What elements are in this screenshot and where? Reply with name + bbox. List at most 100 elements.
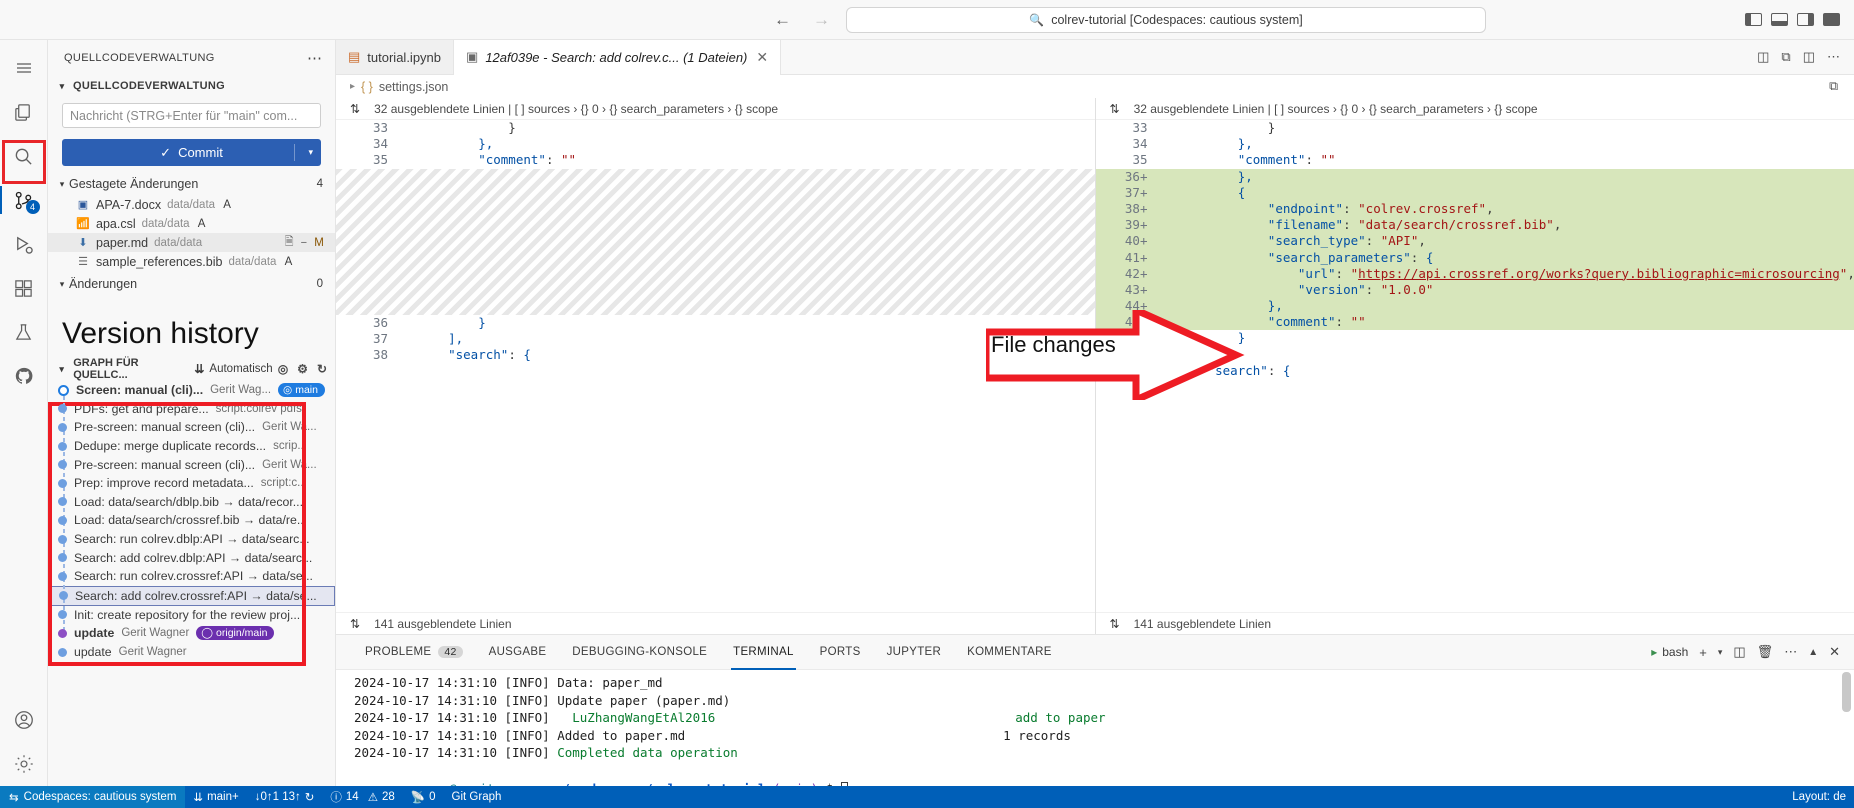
list-item-apa-csl[interactable]: 📶 apa.csl data/data A (48, 214, 335, 233)
forward-arrow-icon[interactable]: → (807, 9, 836, 30)
terminal-shell-selector[interactable]: ▸ bash (1651, 645, 1688, 659)
tab-ports[interactable]: PORTS (807, 635, 874, 670)
tab-probleme[interactable]: PROBLEME 42 (352, 635, 476, 670)
branch-icon: ⇊ (193, 792, 204, 804)
list-item-commit[interactable]: Prep: improve record metadata... script:… (48, 474, 335, 493)
tab-terminal[interactable]: TERMINAL (720, 635, 807, 670)
list-item-commit[interactable]: Screen: manual (cli)... Gerit Wag... ◎ ma… (48, 381, 335, 400)
status-branch[interactable]: ⇊ main+ (185, 786, 246, 808)
sidebar-more-actions-icon[interactable]: ⋯ (307, 49, 323, 67)
open-file-icon[interactable]: ⧉ (1829, 79, 1854, 94)
fold-icon[interactable]: ⇅ (1110, 617, 1120, 631)
split-terminal-icon[interactable]: ◫ (1733, 644, 1745, 660)
branch-badge-main[interactable]: ◎ main (278, 383, 325, 398)
list-item-commit[interactable]: Pre-screen: manual screen (cli)... Gerit… (48, 455, 335, 474)
github-icon[interactable] (0, 354, 48, 398)
target-icon[interactable]: ◎ (278, 362, 288, 376)
diff-hidden-lines-footer-left[interactable]: ⇅ 141 ausgeblendete Linien (336, 612, 1095, 634)
list-item-apa7-docx[interactable]: ▣ APA-7.docx data/data A (48, 195, 335, 214)
toggle-secondary-sidebar-icon[interactable] (1797, 13, 1814, 26)
toggle-primary-sidebar-icon[interactable] (1745, 13, 1762, 26)
list-item-commit[interactable]: Load: data/search/dblp.bib → data/recor.… (48, 493, 335, 512)
run-debug-icon[interactable] (0, 222, 48, 266)
tab-kommentare[interactable]: KOMMENTARE (954, 635, 1065, 670)
new-terminal-icon[interactable]: + (1699, 645, 1707, 660)
list-item-sample-references-bib[interactable]: ☰ sample_references.bib data/data A (48, 252, 335, 271)
unstage-changes-icon[interactable]: − (301, 237, 307, 249)
tab-tutorial-ipynb[interactable]: ▤ tutorial.ipynb (336, 40, 455, 74)
list-item-commit[interactable]: Dedupe: merge duplicate records... scrip… (48, 437, 335, 456)
list-item-commit[interactable]: Search: add colrev.dblp:API → data/searc… (48, 548, 335, 567)
open-changes-icon[interactable]: 🗎 (285, 233, 294, 252)
back-arrow-icon[interactable]: ← (768, 9, 797, 30)
fold-icon[interactable]: ⇅ (350, 102, 360, 116)
code-line: 34 }, (1132, 136, 1253, 152)
fold-icon[interactable]: ⇅ (1110, 102, 1120, 116)
chevron-down-icon[interactable]: ▾ (308, 147, 313, 158)
branch-badge-origin[interactable]: ◯ origin/main (196, 626, 275, 641)
terminal-scrollbar[interactable] (1842, 672, 1851, 712)
status-layout[interactable]: Layout: de (1784, 786, 1854, 808)
list-item-commit[interactable]: update Gerit Wagner (48, 643, 335, 662)
extensions-icon[interactable] (0, 266, 48, 310)
list-item-commit[interactable]: Load: data/search/crossref.bib → data/re… (48, 511, 335, 530)
list-item-commit-selected[interactable]: Search: add colrev.crossref:API → data/s… (48, 585, 335, 606)
split-editor-icon[interactable]: ◫ (1757, 49, 1769, 65)
commit-button[interactable]: ✓ Commit ▾ (62, 139, 321, 166)
open-changes-icon[interactable]: ⧉ (1781, 49, 1790, 65)
chevron-up-icon[interactable]: ▲ (1808, 647, 1818, 658)
quick-input-bar[interactable]: 🔍 colrev-tutorial [Codespaces: cautious … (846, 6, 1486, 33)
prompt-branch: (main) (773, 781, 818, 786)
kill-terminal-icon[interactable]: 🗑 (1757, 644, 1774, 660)
list-item-commit[interactable]: Init: create repository for the review p… (48, 606, 335, 625)
git-graph-mode-label[interactable]: Automatisch (209, 363, 272, 375)
close-icon[interactable]: ✕ (1829, 644, 1840, 660)
editor-layout-icon[interactable]: ◫ (1803, 49, 1815, 65)
refresh-icon[interactable]: ↻ (317, 362, 327, 376)
scm-section-header[interactable]: ▾ QUELLCODEVERWALTUNG (48, 75, 335, 97)
diff-hidden-lines-header-left[interactable]: ⇅ 32 ausgeblendete Linien | [ ] sources … (336, 98, 1095, 120)
code-original[interactable]: 33 } 34 }, 35 "comment": "" 36 } 37 ], 3… (336, 120, 1095, 612)
list-item-commit[interactable]: PDFs: get and prepare... script:colrev p… (48, 400, 335, 419)
status-git-graph[interactable]: Git Graph (444, 786, 510, 808)
more-actions-icon[interactable]: ⋯ (1827, 49, 1840, 65)
hamburger-icon[interactable] (0, 46, 48, 90)
changes-group[interactable]: ▾ Änderungen 0 (48, 273, 335, 295)
breadcrumb-label[interactable]: settings.json (379, 80, 448, 94)
list-item-commit[interactable]: update Gerit Wagner ◯ origin/main (48, 624, 335, 643)
explorer-files-icon[interactable] (0, 90, 48, 134)
commit-message-input[interactable]: Nachricht (STRG+Enter für "main" com... (62, 103, 321, 128)
status-remote-indicator[interactable]: ⇆ Codespaces: cautious system (0, 786, 186, 808)
filter-icon[interactable]: ⚙ (297, 362, 308, 376)
status-problems[interactable]: ⓘ 14 ⚠ 28 (322, 786, 402, 808)
tab-jupyter[interactable]: JUPYTER (874, 635, 955, 670)
list-item-commit[interactable]: Search: run colrev.dblp:API → data/searc… (48, 530, 335, 549)
diff-hidden-lines-footer-right[interactable]: ⇅ 141 ausgeblendete Linien (1095, 612, 1854, 634)
search-icon[interactable] (0, 134, 48, 178)
git-graph-header[interactable]: ▾ GRAPH FÜR QUELLC... ⇊ Automatisch ◎ ⚙ … (48, 357, 335, 381)
testing-beaker-icon[interactable] (0, 310, 48, 354)
tab-debugging-konsole[interactable]: DEBUGGING-KONSOLE (559, 635, 720, 670)
list-item-commit[interactable]: Search: run colrev.crossref:API → data/s… (48, 567, 335, 586)
status-sync[interactable]: ↓0↑1 13↑ ↻ (247, 786, 323, 808)
toggle-panel-icon[interactable] (1771, 13, 1788, 26)
source-control-icon[interactable]: 4 (0, 178, 48, 222)
diff-hidden-lines-header-right[interactable]: ⇅ 32 ausgeblendete Linien | [ ] sources … (1095, 98, 1854, 120)
prompt-circle-icon: ○ (434, 781, 449, 786)
status-ports[interactable]: 📡 0 (403, 786, 444, 808)
terminal-output[interactable]: 2024-10-17 14:31:10 [INFO] Data: paper_m… (336, 670, 1854, 786)
tab-ausgabe[interactable]: AUSGABE (476, 635, 560, 670)
code-modified[interactable]: 33 } 34 }, 35 "comment": "" 36+ }, 37+ {… (1095, 120, 1854, 612)
chevron-right-icon[interactable]: ▸ (350, 81, 355, 92)
fold-icon[interactable]: ⇅ (350, 617, 360, 631)
more-actions-icon[interactable]: ⋯ (1784, 644, 1797, 660)
list-item-commit[interactable]: Pre-screen: manual screen (cli)... Gerit… (48, 418, 335, 437)
customize-layout-icon[interactable] (1823, 13, 1840, 26)
close-icon[interactable]: ✕ (756, 50, 768, 64)
account-icon[interactable] (0, 698, 48, 742)
list-item-paper-md[interactable]: ⬇ paper.md data/data 🗎 − M (48, 233, 335, 252)
tab-diff-12af039e[interactable]: ▣ 12af039e - Search: add colrev.c... (1 … (454, 40, 782, 75)
gear-icon[interactable] (0, 742, 48, 786)
staged-changes-group[interactable]: ▾ Gestagete Änderungen 4 (48, 173, 335, 195)
chevron-down-icon[interactable]: ▾ (1718, 647, 1723, 658)
